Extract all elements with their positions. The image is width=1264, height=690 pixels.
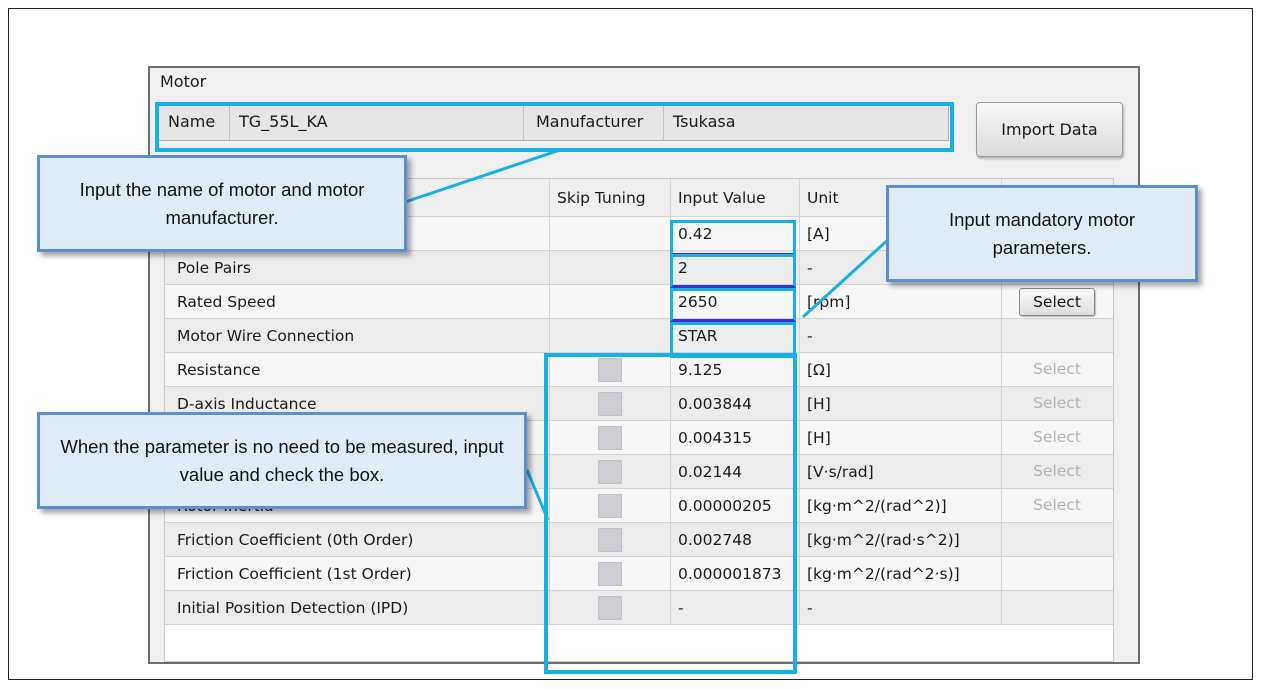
callout-mandatory: Input mandatory motor parameters. — [886, 185, 1198, 282]
callout-skip: When the parameter is no need to be meas… — [37, 412, 527, 509]
callout-skip-text: When the parameter is no need to be meas… — [60, 435, 504, 485]
callout-mandatory-text: Input mandatory motor parameters. — [948, 208, 1136, 258]
callout-name: Input the name of motor and motor manufa… — [37, 155, 407, 252]
callout-leaders — [404, 148, 892, 521]
callout-name-text: Input the name of motor and motor manufa… — [79, 178, 365, 228]
